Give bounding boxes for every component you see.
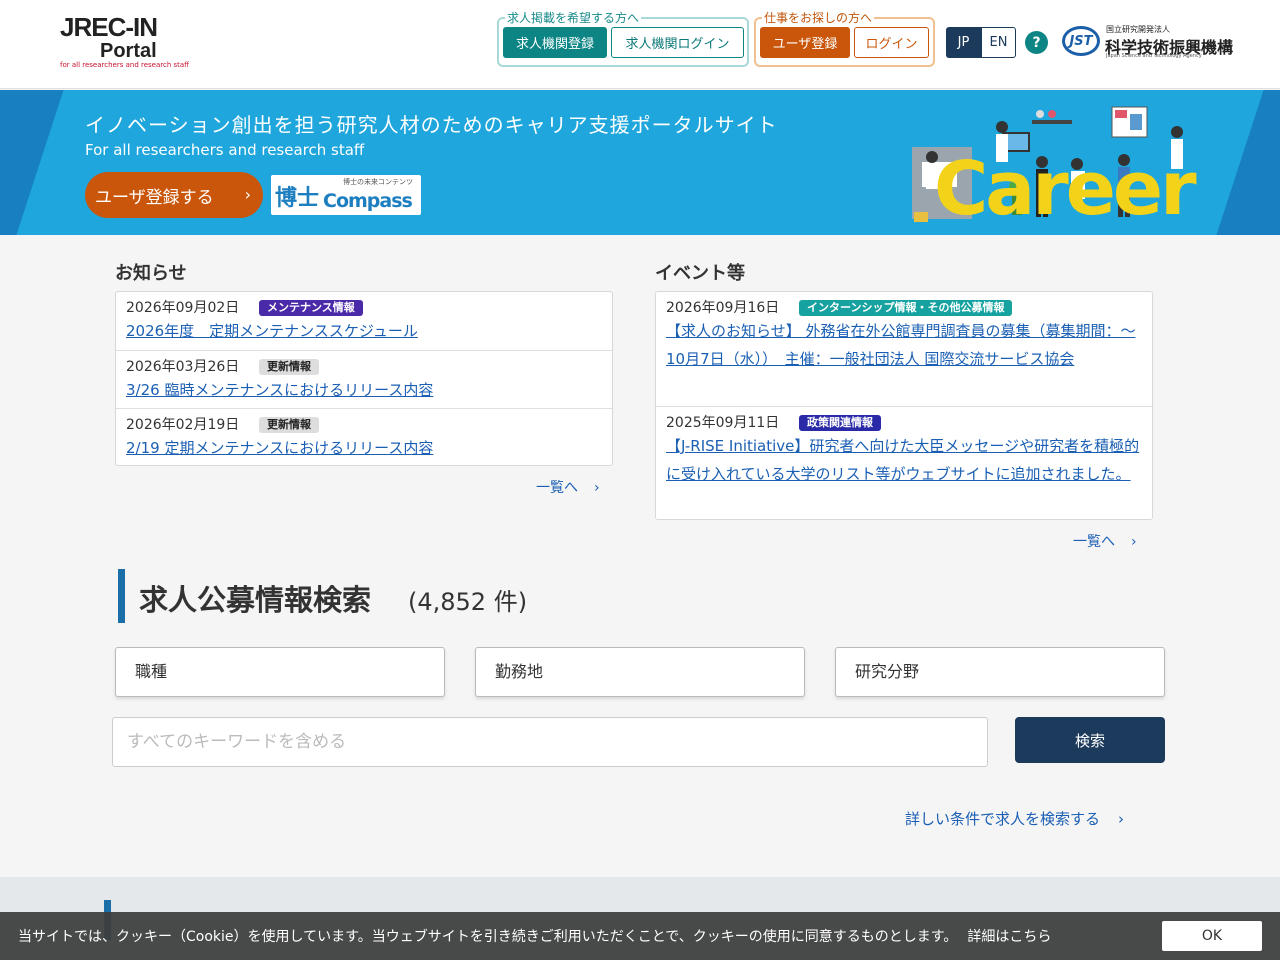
news-heading: お知らせ: [115, 263, 187, 284]
cookie-message-wrap: 当サイトでは、クッキー（Cookie）を使用しています。当ウェブサイトを引き続き…: [18, 926, 1051, 946]
advanced-search-label: 詳しい条件で求人を検索する: [905, 810, 1101, 828]
cookie-details-link[interactable]: 詳細はこちら: [967, 929, 1051, 945]
news-item: 2026年09月02日 メンテナンス情報 2026年度 定期メンテナンススケジュ…: [116, 292, 612, 350]
jrec-in-logo[interactable]: JREC-IN Portal for all researchers and r…: [60, 14, 195, 70]
jst-mark: JST: [1062, 26, 1100, 56]
banner-register-button[interactable]: ユーザ登録する ›: [85, 172, 263, 218]
user-login-button[interactable]: ログイン: [854, 27, 929, 58]
events-list: 2026年09月16日 インターンシップ情報・その他公募情報 【求人のお知らせ】…: [655, 291, 1153, 520]
jobseeker-group: 仕事をお探しの方へ ユーザ登録 ログイン: [754, 9, 935, 67]
events-more-link[interactable]: 一覧へ ›: [1073, 531, 1137, 551]
news-link[interactable]: 3/26 臨時メンテナンスにおけるリリース内容: [126, 376, 433, 404]
news-link[interactable]: 2026年度 定期メンテナンススケジュール: [126, 317, 418, 345]
news-more-label: 一覧へ: [536, 480, 578, 496]
employer-login-button[interactable]: 求人機関ログイン: [611, 27, 744, 58]
compass-tagline: 博士の未来コンテンツ: [343, 178, 413, 186]
news-item: 2026年03月26日 更新情報 3/26 臨時メンテナンスにおけるリリース内容: [116, 350, 612, 408]
compass-kanji: 博士: [275, 186, 320, 211]
banner-title: イノベーション創出を担う研究人材のためのキャリア支援ポータルサイト: [85, 113, 778, 137]
keyword-input[interactable]: [112, 717, 988, 767]
help-icon[interactable]: ?: [1025, 31, 1048, 54]
advanced-search-link[interactable]: 詳しい条件で求人を検索する ›: [905, 808, 1124, 829]
search-heading-accent: [118, 569, 125, 623]
location-select[interactable]: 勤務地: [475, 647, 805, 697]
search-title: 求人公募情報検索: [139, 583, 372, 617]
site-header: JREC-IN Portal for all researchers and r…: [0, 0, 1280, 89]
banner-stripe-right: [1216, 90, 1280, 235]
news-more-link[interactable]: 一覧へ ›: [536, 477, 600, 497]
chevron-right-icon: ›: [594, 480, 600, 496]
event-badge: インターンシップ情報・その他公募情報: [799, 300, 1013, 316]
employer-register-button[interactable]: 求人機関登録: [503, 27, 607, 58]
job-type-select[interactable]: 職種: [115, 647, 445, 697]
chevron-right-icon: ›: [244, 185, 251, 204]
career-illustration: Career: [912, 102, 1212, 232]
search-button[interactable]: 検索: [1015, 717, 1165, 763]
news-date: 2026年09月02日: [126, 300, 240, 316]
news-list: 2026年09月02日 メンテナンス情報 2026年度 定期メンテナンススケジュ…: [115, 291, 613, 466]
event-date: 2025年09月11日: [666, 415, 780, 431]
event-link[interactable]: 【求人のお知らせ】 外務省在外公館専門調査員の募集（募集期間：～10月7日（水）…: [666, 317, 1141, 373]
cookie-banner: 当サイトでは、クッキー（Cookie）を使用しています。当ウェブサイトを引き続き…: [0, 912, 1280, 960]
news-badge: 更新情報: [259, 417, 319, 433]
event-item: 2025年09月11日 政策関連情報 【J-RISE Initiative】研究…: [656, 406, 1152, 520]
jst-line3: Japan Science and Technology Agency: [1106, 53, 1202, 59]
employer-group: 求人掲載を希望する方へ 求人機関登録 求人機関ログイン: [497, 9, 749, 67]
user-register-button[interactable]: ユーザ登録: [760, 27, 850, 58]
banner-register-label: ユーザ登録する: [95, 187, 214, 208]
hero-banner: イノベーション創出を担う研究人材のためのキャリア支援ポータルサイト For al…: [0, 90, 1280, 235]
chevron-right-icon: ›: [1131, 534, 1137, 550]
event-item: 2026年09月16日 インターンシップ情報・その他公募情報 【求人のお知らせ】…: [656, 292, 1152, 406]
lang-jp-button[interactable]: JP: [946, 27, 981, 58]
event-badge: 政策関連情報: [799, 415, 881, 431]
news-date: 2026年02月19日: [126, 417, 240, 433]
news-badge: 更新情報: [259, 359, 319, 375]
banner-stripe-left: [0, 90, 64, 235]
logo-portal: Portal: [100, 40, 157, 62]
hakase-compass-banner[interactable]: 博士 博士の未来コンテンツ Compass: [271, 175, 421, 215]
event-date: 2026年09月16日: [666, 300, 780, 316]
event-link[interactable]: 【J-RISE Initiative】研究者へ向けた大臣メッセージや研究者を積極…: [666, 432, 1141, 488]
news-item: 2026年02月19日 更新情報 2/19 定期メンテナンスにおけるリリース内容: [116, 408, 612, 466]
events-heading: イベント等: [655, 263, 745, 284]
logo-wordmark: JREC-IN: [60, 12, 158, 42]
events-more-label: 一覧へ: [1073, 534, 1115, 550]
lang-en-button[interactable]: EN: [981, 27, 1016, 58]
cookie-message: 当サイトでは、クッキー（Cookie）を使用しています。当ウェブサイトを引き続き…: [18, 929, 958, 945]
career-text: Career: [934, 146, 1197, 227]
jst-logo[interactable]: JST 国立研究開発法人 科学技術振興機構 Japan Science and …: [1062, 24, 1242, 60]
cookie-ok-button[interactable]: OK: [1162, 921, 1262, 951]
chevron-right-icon: ›: [1118, 810, 1125, 828]
banner-subtitle: For all researchers and research staff: [85, 141, 365, 159]
compass-brand: Compass: [323, 190, 413, 212]
jobseeker-caption: 仕事をお探しの方へ: [762, 9, 875, 26]
research-field-select[interactable]: 研究分野: [835, 647, 1165, 697]
employer-caption: 求人掲載を希望する方へ: [505, 9, 642, 26]
career-illustration-svg: Career: [912, 106, 1200, 232]
news-badge: メンテナンス情報: [259, 300, 363, 316]
search-count: (4,852 件): [408, 588, 528, 616]
news-link[interactable]: 2/19 定期メンテナンスにおけるリリース内容: [126, 434, 433, 462]
news-date: 2026年03月26日: [126, 359, 240, 375]
logo-tagline: for all researchers and research staff: [60, 61, 190, 69]
